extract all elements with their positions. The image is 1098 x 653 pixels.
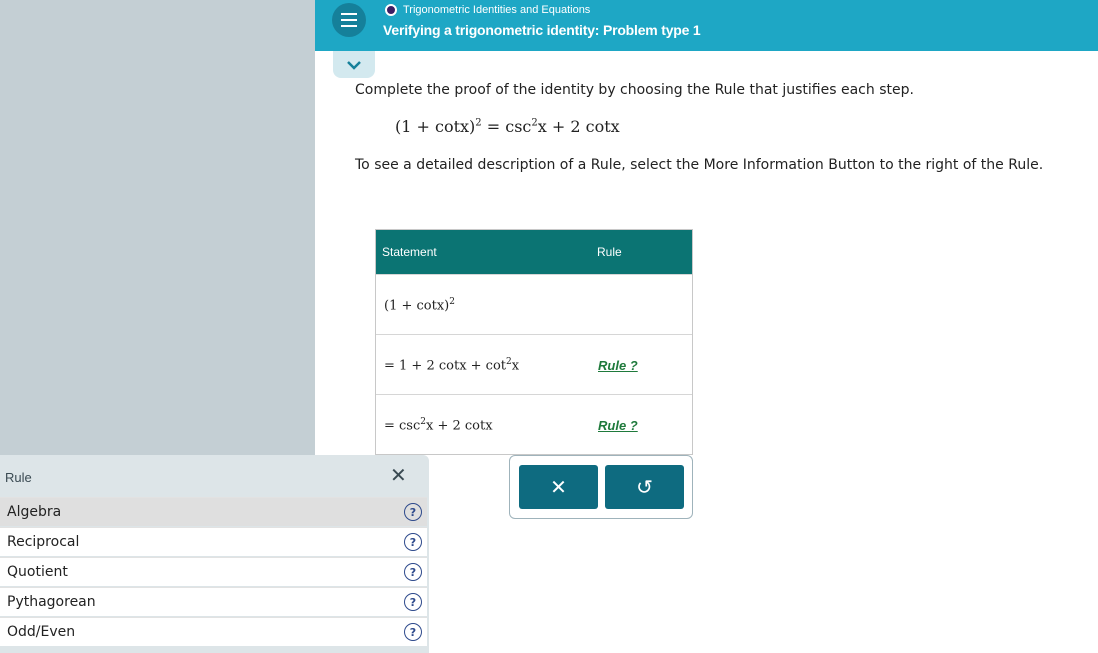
close-icon[interactable]: ✕: [390, 463, 407, 487]
proof-row: = csc2x + 2 cotx Rule ?: [376, 394, 692, 454]
rule-item-label: Algebra: [7, 504, 62, 520]
undo-icon: ↺: [636, 475, 653, 499]
statement-text: (1 + cotx): [384, 298, 450, 314]
statement-tail: x + 2 cotx: [426, 418, 493, 434]
statement-text: = csc: [384, 418, 421, 434]
help-icon[interactable]: ?: [404, 533, 422, 551]
chevron-down-icon: [347, 60, 361, 70]
rule-item-odd-even[interactable]: Odd/Even ?: [0, 617, 427, 646]
identity-eq: = csc: [481, 117, 532, 136]
statement-cell: = 1 + 2 cotx + cot2x: [384, 357, 519, 373]
help-icon[interactable]: ?: [404, 503, 422, 521]
rule-item-label: Pythagorean: [7, 594, 96, 610]
rule-item-reciprocal[interactable]: Reciprocal ?: [0, 527, 427, 556]
statement-exp: 2: [449, 297, 455, 307]
rule-item-label: Quotient: [7, 564, 68, 580]
proof-row: = 1 + 2 cotx + cot2x Rule ?: [376, 334, 692, 394]
top-bar: Trigonometric Identities and Equations V…: [315, 0, 1098, 51]
topic-label: Trigonometric Identities and Equations: [403, 4, 591, 16]
statement-tail: x: [511, 358, 520, 374]
rule-header: Rule: [597, 245, 622, 259]
rule-item-label: Reciprocal: [7, 534, 80, 550]
rule-item-label: Odd/Even: [7, 624, 76, 640]
hamburger-menu-icon[interactable]: [332, 3, 366, 37]
rule-item-algebra[interactable]: Algebra ?: [0, 497, 427, 526]
identity-lhs: (1 + cotx): [395, 117, 476, 136]
statement-cell: (1 + cotx)2: [384, 297, 455, 313]
rule-item-quotient[interactable]: Quotient ?: [0, 557, 427, 586]
topic-line: Trigonometric Identities and Equations: [385, 4, 590, 16]
proof-table: Statement Rule (1 + cotx)2 = 1 + 2 cotx …: [375, 229, 693, 455]
statement-text: = 1 + 2 cotx + cot: [384, 358, 507, 374]
identity-rhs: x + 2 cotx: [537, 117, 620, 136]
statement-cell: = csc2x + 2 cotx: [384, 417, 493, 433]
problem-title: Verifying a trigonometric identity: Prob…: [383, 22, 701, 38]
help-icon[interactable]: ?: [404, 623, 422, 641]
collapse-tab[interactable]: [333, 51, 375, 78]
instruction-text: Complete the proof of the identity by ch…: [355, 82, 914, 98]
rule-select-link[interactable]: Rule ?: [598, 418, 638, 433]
action-button-group: ✕ ↺: [509, 455, 693, 519]
close-icon: ✕: [550, 475, 567, 499]
proof-table-header: Statement Rule: [376, 230, 692, 274]
rule-select-link[interactable]: Rule ?: [598, 358, 638, 373]
identity-equation: (1 + cotx)2 = csc2x + 2 cotx: [395, 117, 620, 136]
undo-button[interactable]: ↺: [605, 465, 684, 509]
rule-panel-title: Rule: [5, 470, 32, 485]
info-instruction-text: To see a detailed description of a Rule,…: [355, 157, 1044, 173]
clear-button[interactable]: ✕: [519, 465, 598, 509]
statement-header: Statement: [382, 245, 437, 259]
rule-item-pythagorean[interactable]: Pythagorean ?: [0, 587, 427, 616]
topic-dot-icon: [385, 4, 397, 16]
rule-panel: Rule ✕ Algebra ? Reciprocal ? Quotient ?…: [0, 455, 429, 653]
help-icon[interactable]: ?: [404, 563, 422, 581]
help-icon[interactable]: ?: [404, 593, 422, 611]
proof-row: (1 + cotx)2: [376, 274, 692, 334]
